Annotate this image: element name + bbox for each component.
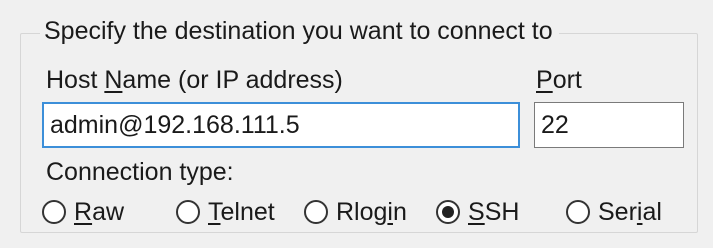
connection-type-label: Connection type:: [46, 158, 234, 186]
radio-ssh[interactable]: SSH: [436, 192, 519, 232]
host-name-input[interactable]: admin@192.168.111.5: [42, 102, 520, 148]
radio-serial-label[interactable]: Serial: [598, 196, 662, 228]
radio-raw[interactable]: Raw: [42, 192, 124, 232]
radio-rlogin-label[interactable]: Rlogin: [336, 196, 407, 228]
radio-telnet-circle[interactable]: [176, 200, 200, 224]
radio-ssh-circle[interactable]: [436, 200, 460, 224]
radio-rlogin[interactable]: Rlogin: [304, 192, 407, 232]
radio-serial-circle[interactable]: [566, 200, 590, 224]
radio-raw-circle[interactable]: [42, 200, 66, 224]
port-label: Port: [536, 64, 582, 96]
radio-telnet-label[interactable]: Telnet: [208, 196, 275, 228]
port-input[interactable]: 22: [534, 102, 684, 148]
radio-serial[interactable]: Serial: [566, 192, 662, 232]
destination-group-title: Specify the destination you want to conn…: [40, 14, 559, 48]
host-name-label-text: Host Name (or IP address): [46, 66, 343, 94]
putty-session-panel: Specify the destination you want to conn…: [0, 0, 713, 248]
radio-ssh-label[interactable]: SSH: [468, 196, 519, 228]
port-label-text: Port: [536, 66, 582, 94]
radio-rlogin-circle[interactable]: [304, 200, 328, 224]
radio-raw-label[interactable]: Raw: [74, 196, 124, 228]
radio-telnet[interactable]: Telnet: [176, 192, 275, 232]
host-name-label: Host Name (or IP address): [46, 64, 343, 96]
